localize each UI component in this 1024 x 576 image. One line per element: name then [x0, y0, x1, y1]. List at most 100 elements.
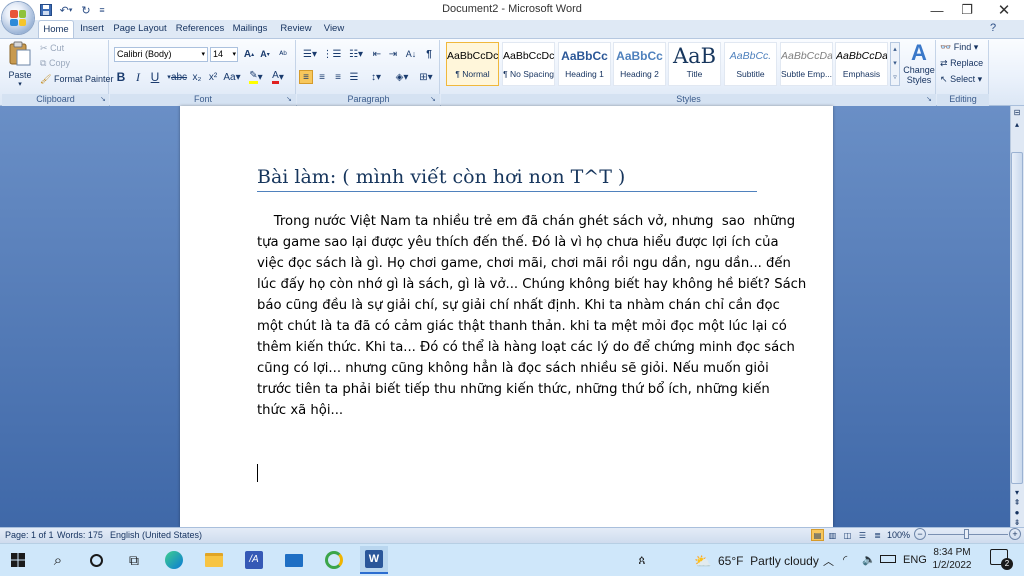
style-title[interactable]: AaB Title	[668, 42, 721, 86]
highlight-icon[interactable]: ✎ ▾	[246, 70, 266, 84]
search-icon[interactable]: ⌕	[44, 546, 72, 574]
show-formatting-icon[interactable]: ¶	[422, 47, 436, 61]
paragraph-launcher-icon[interactable]: ↘	[430, 95, 436, 103]
app-icon[interactable]: /A	[240, 546, 268, 574]
font-size-combo[interactable]: 14 ▾	[210, 47, 238, 62]
grow-font-icon[interactable]: A ▴	[242, 47, 256, 61]
full-screen-reading-icon[interactable]: ▥	[826, 529, 839, 541]
web-layout-icon[interactable]: ◫	[841, 529, 854, 541]
clock[interactable]: 8:34 PM 1/2/2022	[930, 546, 974, 572]
format-painter-button[interactable]: 🖌 Format Painter	[40, 74, 113, 85]
close-button[interactable]: ✕	[987, 0, 1021, 20]
weather-icon[interactable]: ⛅	[694, 553, 711, 570]
cortana-icon[interactable]	[82, 546, 110, 574]
replace-button[interactable]: ⇄ Replace	[940, 58, 983, 69]
battery-icon[interactable]	[880, 555, 896, 563]
change-styles-button[interactable]: A Change Styles	[903, 41, 935, 93]
outline-icon[interactable]: ☰	[856, 529, 869, 541]
sort-icon[interactable]: A↓	[404, 47, 418, 61]
page-count[interactable]: Page: 1 of 1	[5, 530, 54, 540]
help-icon[interactable]: ?	[990, 22, 996, 34]
language-status[interactable]: English (United States)	[110, 530, 202, 540]
font-name-combo[interactable]: Calibri (Body) ▾	[114, 47, 208, 62]
people-icon[interactable]: ጰ	[628, 546, 656, 574]
style-no-spacing[interactable]: AaBbCcDc ¶ No Spacing	[502, 42, 555, 86]
font-launcher-icon[interactable]: ↘	[286, 95, 292, 103]
underline-icon[interactable]: U	[148, 70, 162, 84]
office-button[interactable]	[2, 2, 34, 34]
coccoc-browser-icon[interactable]	[320, 546, 348, 574]
styles-more-icon[interactable]: ▿	[891, 71, 899, 85]
edge-icon[interactable]	[160, 546, 188, 574]
print-layout-icon[interactable]: ▤	[811, 529, 824, 541]
clipboard-launcher-icon[interactable]: ↘	[100, 95, 106, 103]
bold-icon[interactable]: B	[114, 70, 128, 84]
change-case-icon[interactable]: Aa▾	[222, 70, 242, 84]
show-hidden-icons-icon[interactable]: ︿	[823, 553, 834, 569]
tab-review[interactable]: Review	[278, 20, 314, 38]
bullets-icon[interactable]: ☰▾	[300, 47, 320, 61]
select-button[interactable]: ↖ Select ▾	[940, 74, 982, 85]
italic-icon[interactable]: I	[131, 70, 145, 84]
restore-button[interactable]: ❐	[950, 0, 984, 20]
minimize-button[interactable]: —	[920, 0, 954, 20]
styles-scroll-down-icon[interactable]: ▾	[891, 57, 899, 71]
tab-page-layout[interactable]: Page Layout	[112, 20, 168, 38]
zoom-in-icon[interactable]: +	[1009, 528, 1021, 540]
document-body[interactable]: Trong nước Việt Nam ta nhiều trẻ em đã c…	[257, 211, 806, 421]
ruler-toggle-icon[interactable]: ⊟	[1012, 108, 1022, 118]
find-button[interactable]: 👓 Find ▾	[940, 42, 978, 53]
shrink-font-icon[interactable]: A ▾	[258, 47, 272, 61]
scroll-down-icon[interactable]: ▾	[1012, 488, 1022, 498]
mail-icon[interactable]	[280, 546, 308, 574]
copy-button[interactable]: ⧉ Copy	[40, 58, 70, 69]
word-count[interactable]: Words: 175	[57, 530, 103, 540]
align-left-icon[interactable]: ≡	[299, 70, 313, 84]
scroll-up-icon[interactable]: ▴	[1012, 120, 1022, 130]
justify-icon[interactable]: ☰	[347, 70, 361, 84]
input-language[interactable]: ENG	[903, 554, 927, 566]
tab-mailings[interactable]: Mailings	[230, 20, 270, 38]
word-taskbar-icon[interactable]: W	[360, 546, 388, 574]
tab-home[interactable]: Home	[38, 20, 74, 39]
style-subtle-emphasis[interactable]: AaBbCcDa Subtle Emp...	[780, 42, 833, 86]
windows-start-icon[interactable]	[4, 546, 32, 574]
draft-icon[interactable]: ≣	[871, 529, 884, 541]
task-view-icon[interactable]: ⧉	[120, 546, 148, 574]
style-emphasis[interactable]: AaBbCcDa Emphasis	[835, 42, 888, 86]
borders-icon[interactable]: ⊞▾	[416, 70, 436, 84]
tab-view[interactable]: View	[320, 20, 348, 38]
font-color-icon[interactable]: A ▾	[268, 70, 288, 84]
wifi-icon[interactable]: ◜	[843, 553, 847, 566]
styles-scroll[interactable]: ▴ ▾ ▿	[890, 42, 900, 86]
action-center-icon[interactable]: 2	[990, 549, 1013, 570]
superscript-icon[interactable]: x²	[206, 70, 220, 84]
clear-formatting-icon[interactable]: ᴬᵇ	[276, 47, 290, 61]
style-subtitle[interactable]: AaBbCc. Subtitle	[724, 42, 777, 86]
zoom-slider-thumb[interactable]	[964, 529, 969, 539]
tab-insert[interactable]: Insert	[76, 20, 108, 38]
align-center-icon[interactable]: ≡	[315, 70, 329, 84]
decrease-indent-icon[interactable]: ⇤	[370, 47, 384, 61]
tab-references[interactable]: References	[174, 20, 226, 38]
zoom-level[interactable]: 100%	[887, 530, 910, 540]
style-heading-2[interactable]: AaBbCc Heading 2	[613, 42, 666, 86]
previous-page-icon[interactable]: ⇞	[1012, 498, 1022, 508]
increase-indent-icon[interactable]: ⇥	[386, 47, 400, 61]
subscript-icon[interactable]: x₂	[190, 70, 204, 84]
file-explorer-icon[interactable]	[200, 546, 228, 574]
weather-text[interactable]: 65°F Partly cloudy	[718, 554, 819, 568]
scrollbar-thumb[interactable]	[1011, 152, 1023, 484]
select-browse-object-icon[interactable]: ●	[1012, 508, 1022, 518]
volume-icon[interactable]: 🔈	[862, 553, 876, 566]
style-heading-1[interactable]: AaBbCc Heading 1	[558, 42, 611, 86]
numbering-icon[interactable]: ⋮☰	[322, 47, 342, 61]
zoom-out-icon[interactable]: −	[914, 528, 926, 540]
styles-launcher-icon[interactable]: ↘	[926, 95, 932, 103]
styles-scroll-up-icon[interactable]: ▴	[891, 43, 899, 57]
strikethrough-icon[interactable]: abc	[171, 70, 187, 84]
align-right-icon[interactable]: ≡	[331, 70, 345, 84]
multilevel-list-icon[interactable]: ☷▾	[346, 47, 366, 61]
style-normal[interactable]: AaBbCcDc ¶ Normal	[446, 42, 499, 86]
line-spacing-icon[interactable]: ↕▾	[366, 70, 386, 84]
